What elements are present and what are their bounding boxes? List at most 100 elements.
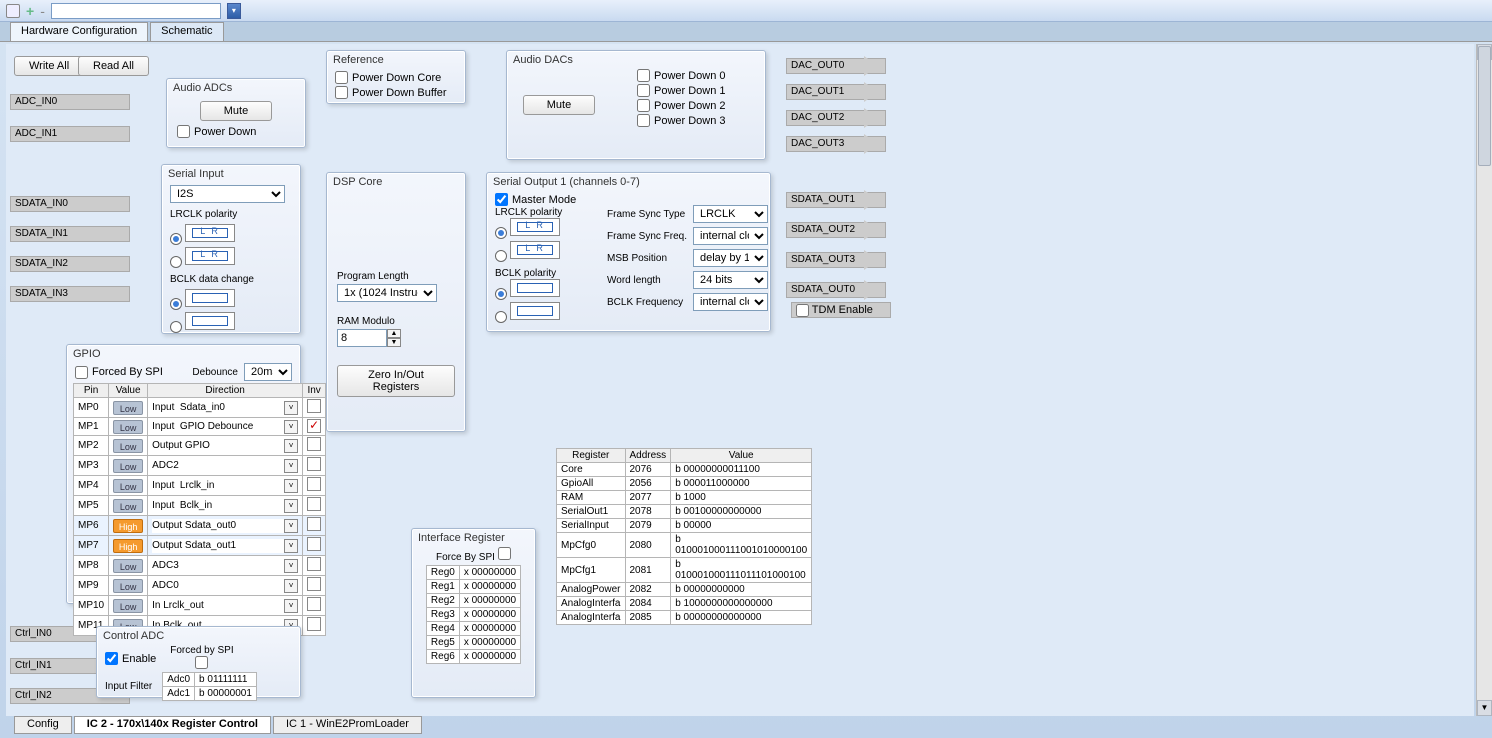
dac-mute-button[interactable]: Mute bbox=[523, 95, 595, 115]
serial-out-param[interactable]: internal clock/1 bbox=[693, 227, 768, 245]
spin-down-icon[interactable]: ▼ bbox=[387, 338, 401, 347]
bottom-tab[interactable]: IC 2 - 170x\140x Register Control bbox=[74, 716, 271, 734]
iface-force-spi[interactable] bbox=[498, 547, 511, 560]
si-lrclk-opt1[interactable] bbox=[170, 233, 182, 245]
gpio-value-toggle[interactable]: Low bbox=[113, 479, 143, 493]
register-row[interactable]: RAM2077b 1000 bbox=[557, 491, 812, 505]
gpio-row[interactable]: MP9Low˅ bbox=[74, 576, 326, 596]
gpio-value-toggle[interactable]: Low bbox=[113, 579, 143, 593]
gpio-value-toggle[interactable]: High bbox=[113, 539, 143, 553]
read-all-button[interactable]: Read All bbox=[78, 56, 149, 76]
gpio-row[interactable]: MP7High˅ bbox=[74, 536, 326, 556]
dropdown-icon[interactable]: ▾ bbox=[227, 3, 241, 19]
zero-registers-button[interactable]: Zero In/Out Registers bbox=[337, 365, 455, 397]
serial-input-format[interactable]: I2S bbox=[170, 185, 285, 203]
adc-mute-button[interactable]: Mute bbox=[200, 101, 272, 121]
register-row[interactable]: AnalogInterfa2085b 00000000000000 bbox=[557, 611, 812, 625]
gpio-value-toggle[interactable]: Low bbox=[113, 459, 143, 473]
gpio-direction[interactable] bbox=[152, 599, 284, 613]
gpio-invert[interactable] bbox=[307, 617, 321, 631]
scroll-thumb[interactable] bbox=[1478, 46, 1491, 166]
gpio-direction[interactable] bbox=[152, 519, 284, 533]
gpio-invert[interactable] bbox=[307, 419, 321, 433]
so-lrclk-opt2[interactable] bbox=[495, 250, 507, 262]
dropdown-icon[interactable]: ˅ bbox=[284, 401, 298, 415]
gpio-invert[interactable] bbox=[307, 497, 321, 511]
tab-schematic[interactable]: Schematic bbox=[150, 22, 223, 41]
dropdown-icon[interactable]: ˅ bbox=[284, 479, 298, 493]
gpio-value-toggle[interactable]: Low bbox=[113, 559, 143, 573]
dropdown-icon[interactable]: ˅ bbox=[284, 420, 298, 434]
register-row[interactable]: Core2076b 00000000011100 bbox=[557, 463, 812, 477]
ref-pd-core[interactable] bbox=[335, 71, 348, 84]
master-mode-checkbox[interactable] bbox=[495, 193, 508, 206]
dac-pd-0[interactable] bbox=[637, 69, 650, 82]
dropdown-icon[interactable]: ˅ bbox=[284, 459, 298, 473]
si-lrclk-opt2[interactable] bbox=[170, 256, 182, 268]
gpio-invert[interactable] bbox=[307, 537, 321, 551]
gpio-row[interactable]: MP6High˅ bbox=[74, 516, 326, 536]
si-bclk-opt2[interactable] bbox=[170, 321, 182, 333]
gpio-value-toggle[interactable]: Low bbox=[113, 401, 143, 415]
gpio-row[interactable]: MP3Low˅ bbox=[74, 456, 326, 476]
canvas[interactable]: Write All Read All ADC_IN0ADC_IN1SDATA_I… bbox=[6, 44, 1474, 716]
gpio-row[interactable]: MP10Low˅ bbox=[74, 596, 326, 616]
gpio-direction[interactable] bbox=[152, 459, 284, 473]
gpio-value-toggle[interactable]: Low bbox=[113, 499, 143, 513]
adc-powerdown-checkbox[interactable] bbox=[177, 125, 190, 138]
so-lrclk-opt1[interactable] bbox=[495, 227, 507, 239]
tdm-enable[interactable]: TDM Enable bbox=[791, 302, 891, 318]
gpio-invert[interactable] bbox=[307, 557, 321, 571]
add-icon[interactable]: + bbox=[26, 3, 34, 19]
gpio-direction[interactable] bbox=[152, 401, 284, 415]
gpio-row[interactable]: MP0Low˅ bbox=[74, 398, 326, 418]
spin-up-icon[interactable]: ▲ bbox=[387, 329, 401, 338]
gpio-direction[interactable] bbox=[152, 439, 284, 453]
register-row[interactable]: MpCfg12081b 010001000111011101000100 bbox=[557, 558, 812, 583]
register-row[interactable]: GpioAll2056b 000011000000 bbox=[557, 477, 812, 491]
gpio-row[interactable]: MP5Low˅ bbox=[74, 496, 326, 516]
gpio-direction[interactable] bbox=[152, 539, 284, 553]
register-row[interactable]: AnalogPower2082b 00000000000 bbox=[557, 583, 812, 597]
gpio-debounce[interactable]: 20ms bbox=[244, 363, 292, 381]
ctrl-adc-forced[interactable] bbox=[195, 656, 208, 669]
tab-hardware[interactable]: Hardware Configuration bbox=[10, 22, 148, 41]
gpio-value-toggle[interactable]: High bbox=[113, 519, 143, 533]
serial-out-param[interactable]: LRCLK bbox=[693, 205, 768, 223]
vertical-scrollbar[interactable]: ▲ ▼ bbox=[1476, 44, 1492, 716]
register-row[interactable]: SerialInput2079b 00000 bbox=[557, 519, 812, 533]
so-bclk-opt2[interactable] bbox=[495, 311, 507, 323]
bottom-tab[interactable]: Config bbox=[14, 716, 72, 734]
tdm-enable-checkbox[interactable] bbox=[796, 304, 809, 317]
gpio-invert[interactable] bbox=[307, 437, 321, 451]
dropdown-icon[interactable]: ˅ bbox=[284, 579, 298, 593]
dropdown-icon[interactable]: ˅ bbox=[284, 499, 298, 513]
scroll-down-icon[interactable]: ▼ bbox=[1477, 700, 1492, 716]
register-row[interactable]: SerialOut12078b 00100000000000 bbox=[557, 505, 812, 519]
gpio-direction[interactable] bbox=[152, 499, 284, 513]
si-bclk-opt1[interactable] bbox=[170, 298, 182, 310]
write-all-button[interactable]: Write All bbox=[14, 56, 84, 76]
gpio-invert[interactable] bbox=[307, 577, 321, 591]
dac-pd-3[interactable] bbox=[637, 114, 650, 127]
ctrl-adc-enable[interactable] bbox=[105, 652, 118, 665]
gpio-invert[interactable] bbox=[307, 457, 321, 471]
dropdown-icon[interactable]: ˅ bbox=[284, 559, 298, 573]
dac-pd-1[interactable] bbox=[637, 84, 650, 97]
serial-out-param[interactable]: delay by 1 bbox=[693, 249, 768, 267]
dsp-prog-length[interactable]: 1x (1024 Instructi bbox=[337, 284, 437, 302]
register-row[interactable]: AnalogInterfa2084b 1000000000000000 bbox=[557, 597, 812, 611]
gpio-row[interactable]: MP8Low˅ bbox=[74, 556, 326, 576]
dac-pd-2[interactable] bbox=[637, 99, 650, 112]
dsp-ram-modulo[interactable]: ▲▼ bbox=[327, 329, 411, 347]
dropdown-icon[interactable]: ˅ bbox=[284, 439, 298, 453]
bottom-tab[interactable]: IC 1 - WinE2PromLoader bbox=[273, 716, 422, 734]
gpio-invert[interactable] bbox=[307, 517, 321, 531]
serial-out-param[interactable]: internal clock/1 bbox=[693, 293, 768, 311]
gpio-invert[interactable] bbox=[307, 597, 321, 611]
gpio-row[interactable]: MP4Low˅ bbox=[74, 476, 326, 496]
so-bclk-opt1[interactable] bbox=[495, 288, 507, 300]
gpio-value-toggle[interactable]: Low bbox=[113, 439, 143, 453]
gpio-value-toggle[interactable]: Low bbox=[113, 420, 143, 434]
gpio-direction[interactable] bbox=[152, 479, 284, 493]
